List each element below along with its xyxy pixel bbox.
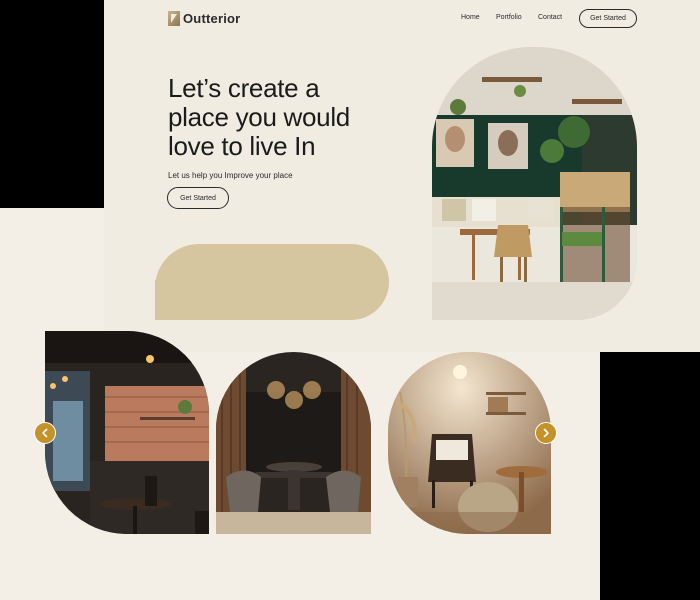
header-get-started-button[interactable]: Get Started: [579, 9, 637, 28]
nav-home-link[interactable]: Home: [461, 14, 480, 21]
chevron-left-icon: [42, 428, 48, 438]
nav-contact-link[interactable]: Contact: [538, 14, 562, 21]
gallery-image-living-room: [388, 352, 551, 534]
brand-logo[interactable]: Outterior: [168, 11, 240, 26]
logo-mark-icon: [168, 11, 180, 26]
decorative-tan-pill: [155, 244, 389, 320]
chevron-right-icon: [543, 428, 549, 438]
nav-portfolio-link[interactable]: Portfolio: [496, 14, 522, 21]
gallery-next-button[interactable]: [535, 422, 557, 444]
dining-room-illustration: [216, 352, 371, 534]
headline-line-2: place you would: [168, 102, 350, 132]
headline-line-3: love to live In: [168, 131, 316, 161]
hero-headline: Let’s create a place you would love to l…: [168, 74, 398, 161]
hero-interior-illustration: [432, 47, 637, 320]
gallery-prev-button[interactable]: [34, 422, 56, 444]
gallery-image-restaurant: [45, 331, 209, 534]
gallery-image-dining-room: [216, 352, 371, 534]
brand-name: Outterior: [183, 11, 241, 26]
black-block-bottom-right: [600, 352, 700, 600]
headline-line-1: Let’s create a: [168, 73, 320, 103]
hero-interior-image: [432, 47, 637, 320]
living-room-illustration: [388, 352, 551, 534]
hero-subline: Let us help you Improve your place: [168, 171, 293, 180]
black-block-top-left: [0, 0, 104, 208]
restaurant-illustration: [45, 331, 209, 534]
hero-get-started-button[interactable]: Get Started: [167, 187, 229, 209]
